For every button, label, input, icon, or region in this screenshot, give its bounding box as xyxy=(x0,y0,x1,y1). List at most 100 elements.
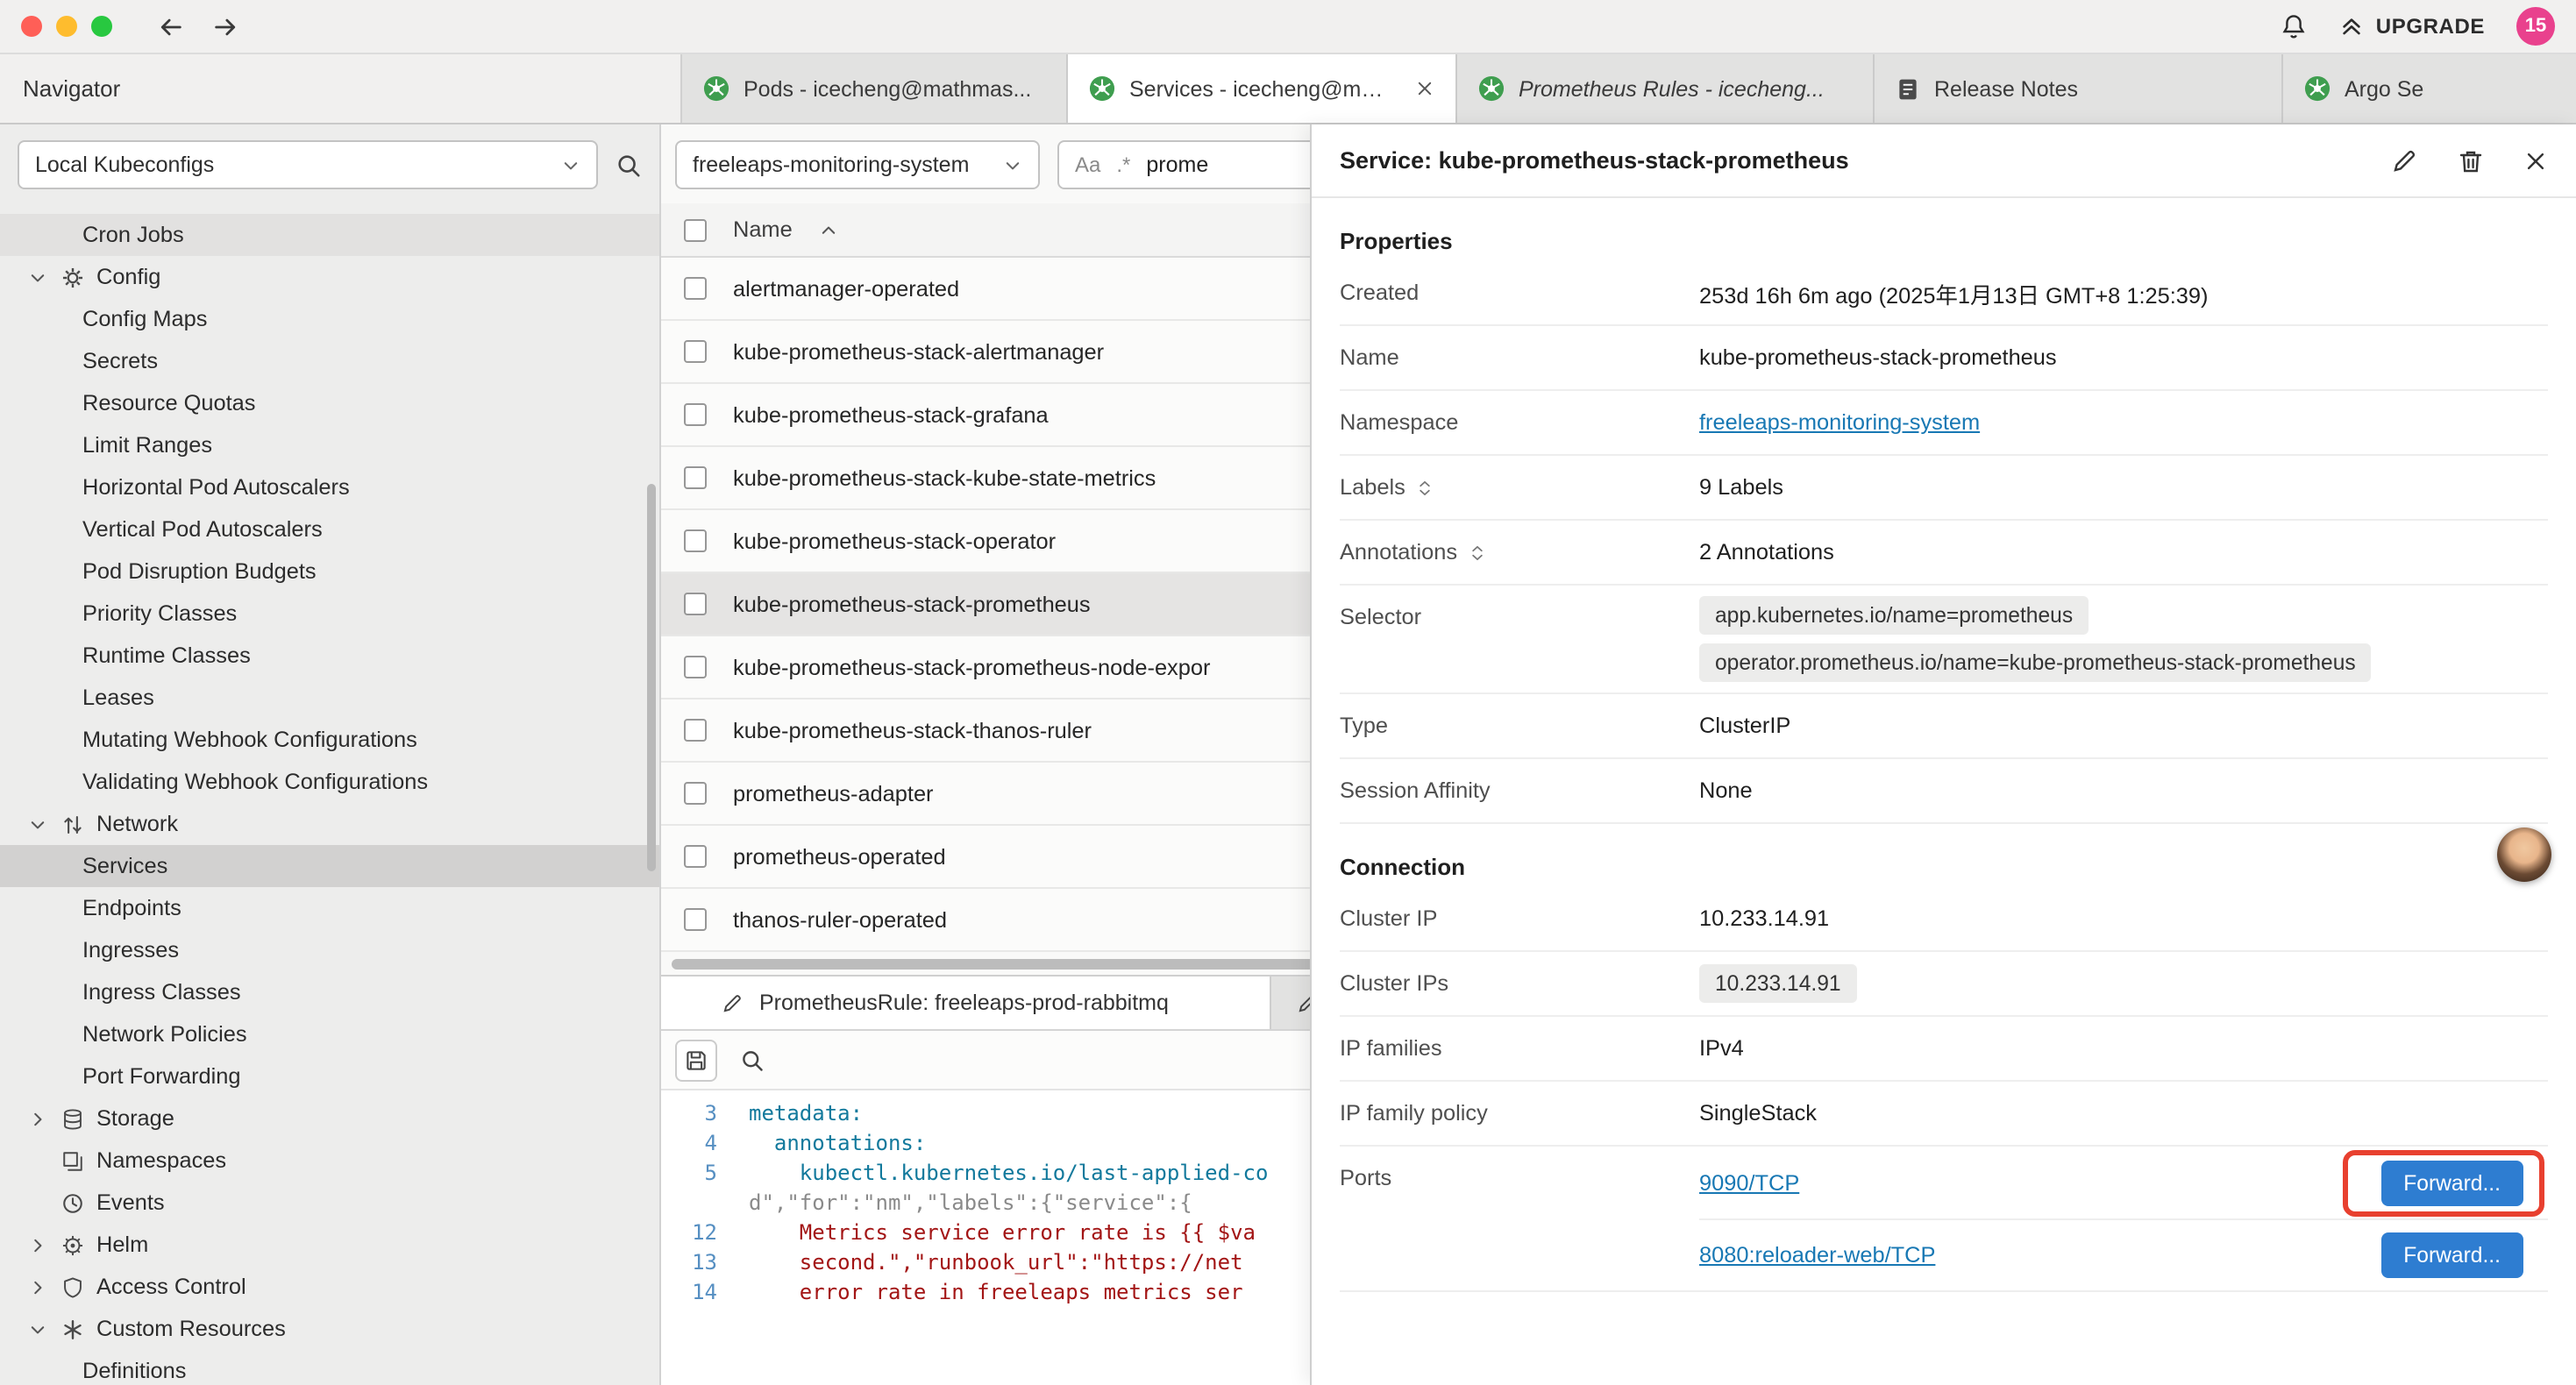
sidebar-item-namespaces[interactable]: Namespaces xyxy=(0,1140,659,1182)
traffic-light-minimize[interactable] xyxy=(56,16,77,37)
row-checkbox[interactable] xyxy=(684,656,707,678)
expander-icon[interactable] xyxy=(1416,478,1435,497)
sidebar-item-events[interactable]: Events xyxy=(0,1182,659,1224)
prop-value: SingleStack xyxy=(1699,1090,2548,1136)
sidebar-item-label: Network xyxy=(96,812,178,836)
line-number xyxy=(661,1189,717,1218)
row-checkbox[interactable] xyxy=(684,277,707,300)
sidebar-item-label: Horizontal Pod Autoscalers xyxy=(82,475,350,500)
presenter-avatar[interactable] xyxy=(2497,827,2551,882)
drawer-body: PropertiesCreated253d 16h 6m ago (2025年1… xyxy=(1312,198,2576,1385)
sidebar-item-port-forwarding[interactable]: Port Forwarding xyxy=(0,1055,659,1097)
row-checkbox[interactable] xyxy=(684,908,707,931)
chevron-down-icon[interactable] xyxy=(28,814,47,834)
row-checkbox[interactable] xyxy=(684,340,707,363)
port-link[interactable]: 8080:reloader-web/TCP xyxy=(1699,1243,1935,1268)
expander-icon[interactable] xyxy=(1468,543,1487,562)
traffic-light-zoom[interactable] xyxy=(91,16,112,37)
edit-icon xyxy=(721,991,744,1014)
tab-pods-icecheng-mathmas[interactable]: Pods - icecheng@mathmas... xyxy=(682,54,1068,123)
port-link[interactable]: 9090/TCP xyxy=(1699,1170,1799,1195)
row-checkbox[interactable] xyxy=(684,782,707,805)
close-icon[interactable] xyxy=(2523,148,2548,173)
sidebar-item-pod-disruption-budgets[interactable]: Pod Disruption Budgets xyxy=(0,550,659,593)
sidebar-item-helm[interactable]: Helm xyxy=(0,1224,659,1266)
edit-icon[interactable] xyxy=(2390,146,2418,174)
sidebar-item-validating-webhook-configurations[interactable]: Validating Webhook Configurations xyxy=(0,761,659,803)
sidebar-item-mutating-webhook-configurations[interactable]: Mutating Webhook Configurations xyxy=(0,719,659,761)
row-checkbox[interactable] xyxy=(684,466,707,489)
bell-icon[interactable] xyxy=(2280,12,2308,40)
row-checkbox[interactable] xyxy=(684,403,707,426)
row-checkbox[interactable] xyxy=(684,529,707,552)
sidebar-item-label: Endpoints xyxy=(82,896,181,920)
value-badge: operator.prometheus.io/name=kube-prometh… xyxy=(1699,643,2372,682)
save-icon[interactable] xyxy=(675,1039,717,1081)
sidebar-item-resource-quotas[interactable]: Resource Quotas xyxy=(0,382,659,424)
sidebar-item-cron-jobs[interactable]: Cron Jobs xyxy=(0,214,659,256)
regex-toggle[interactable]: .* xyxy=(1116,153,1130,177)
sidebar-item-priority-classes[interactable]: Priority Classes xyxy=(0,593,659,635)
sidebar-item-label: Config xyxy=(96,265,160,289)
forward-icon[interactable] xyxy=(212,13,238,39)
sidebar-item-config[interactable]: Config xyxy=(0,256,659,298)
back-icon[interactable] xyxy=(158,13,184,39)
forward-button[interactable]: Forward... xyxy=(2380,1160,2523,1205)
forward-button[interactable]: Forward... xyxy=(2380,1232,2523,1278)
sidebar-item-leases[interactable]: Leases xyxy=(0,677,659,719)
sidebar-item-label: Config Maps xyxy=(82,307,207,331)
sidebar-item-ingress-classes[interactable]: Ingress Classes xyxy=(0,971,659,1013)
select-all-checkbox[interactable] xyxy=(684,218,707,241)
upgrade-button[interactable]: UPGRADE xyxy=(2339,14,2485,39)
sidebar-item-access-control[interactable]: Access Control xyxy=(0,1266,659,1308)
namespace-link[interactable]: freeleaps-monitoring-system xyxy=(1699,410,1980,435)
tab-release-notes[interactable]: Release Notes xyxy=(1875,54,2283,123)
sidebar-item-ingresses[interactable]: Ingresses xyxy=(0,929,659,971)
sort-asc-icon[interactable] xyxy=(819,220,838,239)
name-column-header[interactable]: Name xyxy=(733,217,793,242)
sidebar-scrollbar[interactable] xyxy=(647,484,656,871)
row-checkbox[interactable] xyxy=(684,593,707,615)
notification-badge[interactable]: 15 xyxy=(2516,7,2555,46)
trash-icon[interactable] xyxy=(2457,146,2485,174)
sidebar-item-network[interactable]: Network xyxy=(0,803,659,845)
tab-services-icecheng-math[interactable]: Services - icecheng@math... xyxy=(1068,54,1457,123)
chevron-right-icon[interactable] xyxy=(28,1235,47,1254)
dock-tab-prometheusrule[interactable]: PrometheusRule: freeleaps-prod-rabbitmq xyxy=(661,977,1271,1029)
close-icon[interactable] xyxy=(1415,79,1434,98)
traffic-light-close[interactable] xyxy=(21,16,42,37)
network-icon xyxy=(60,813,84,835)
traffic-lights xyxy=(21,16,112,37)
sidebar-item-limit-ranges[interactable]: Limit Ranges xyxy=(0,424,659,466)
search-icon[interactable] xyxy=(731,1039,773,1081)
sidebar-item-secrets[interactable]: Secrets xyxy=(0,340,659,382)
sidebar-item-network-policies[interactable]: Network Policies xyxy=(0,1013,659,1055)
sidebar-item-definitions[interactable]: Definitions xyxy=(0,1350,659,1385)
tab-prometheus-rules-icecheng[interactable]: Prometheus Rules - icecheng... xyxy=(1457,54,1875,123)
sidebar-item-custom-resources[interactable]: Custom Resources xyxy=(0,1308,659,1350)
prop-label: Ports xyxy=(1340,1147,1699,1190)
kubeconfig-select[interactable]: Local Kubeconfigs xyxy=(18,140,598,189)
chevron-down-icon[interactable] xyxy=(28,1319,47,1339)
chevron-right-icon[interactable] xyxy=(28,1109,47,1128)
sidebar-item-services[interactable]: Services xyxy=(0,845,659,887)
line-number: 4 xyxy=(661,1129,717,1159)
row-checkbox[interactable] xyxy=(684,719,707,742)
sidebar-item-endpoints[interactable]: Endpoints xyxy=(0,887,659,929)
sidebar-item-vertical-pod-autoscalers[interactable]: Vertical Pod Autoscalers xyxy=(0,508,659,550)
sidebar-item-storage[interactable]: Storage xyxy=(0,1097,659,1140)
chevron-down-icon[interactable] xyxy=(28,267,47,287)
sidebar-item-label: Access Control xyxy=(96,1275,246,1299)
chevron-right-icon[interactable] xyxy=(28,1277,47,1296)
sidebar-item-config-maps[interactable]: Config Maps xyxy=(0,298,659,340)
custom-resources-icon xyxy=(60,1318,84,1340)
match-case-toggle[interactable]: Aa xyxy=(1075,153,1100,177)
tab-bar: Navigator Pods - icecheng@mathmas...Serv… xyxy=(0,54,2576,124)
tab-argo-se[interactable]: Argo Se xyxy=(2283,54,2576,123)
search-icon[interactable] xyxy=(616,152,642,178)
sidebar-item-horizontal-pod-autoscalers[interactable]: Horizontal Pod Autoscalers xyxy=(0,466,659,508)
sidebar-item-runtime-classes[interactable]: Runtime Classes xyxy=(0,635,659,677)
row-checkbox[interactable] xyxy=(684,845,707,868)
chevron-down-icon xyxy=(1003,155,1022,174)
namespace-select[interactable]: freeleaps-monitoring-system xyxy=(675,140,1040,189)
